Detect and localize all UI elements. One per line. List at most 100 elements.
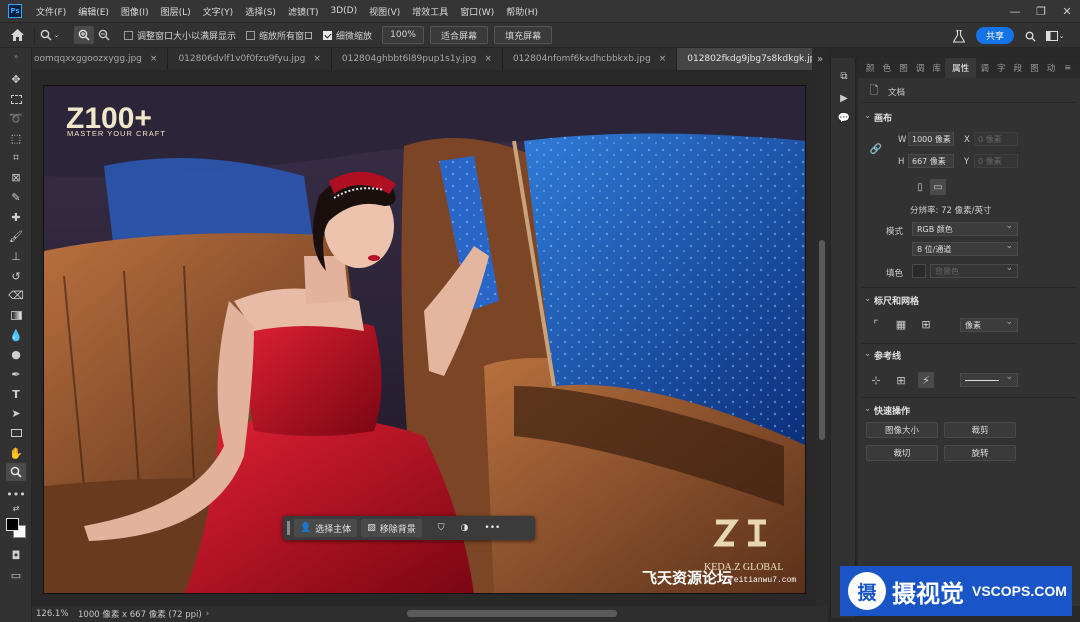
fill-color-swatch[interactable] xyxy=(912,264,926,278)
doc-tab[interactable]: 012804nfomf6kxdhcbbkxb.jpg × xyxy=(502,48,678,70)
workspace-icon[interactable]: ⌄ xyxy=(1044,27,1066,45)
link-icon[interactable]: 🔗 xyxy=(868,141,884,157)
crop-tool-icon[interactable]: ⌗ xyxy=(6,149,26,167)
smart-guides-icon[interactable]: ⚡ xyxy=(918,372,934,388)
home-icon[interactable] xyxy=(0,26,34,44)
swap-colors-icon[interactable]: ⇄ xyxy=(6,503,26,513)
menu-view[interactable]: 视图(V) xyxy=(363,5,406,18)
zoom-in-icon[interactable] xyxy=(74,26,94,44)
portrait-orientation-icon[interactable]: ▯ xyxy=(912,179,928,195)
tab-gradients[interactable]: 图 xyxy=(895,58,912,78)
pen-tool-icon[interactable]: ✒ xyxy=(6,365,26,383)
fill-screen-button[interactable]: 填充屏幕 xyxy=(494,26,553,44)
doc-tab-active[interactable]: 012802fkdg9jbg7s8kdkgk.jpg @ 126%(RGB/8#… xyxy=(677,48,812,70)
move-tool-icon[interactable]: ✥ xyxy=(6,70,26,88)
fit-screen-button[interactable]: 适合屏幕 xyxy=(430,26,489,44)
adjustment-icon[interactable]: ◑ xyxy=(455,519,475,537)
guides-icon[interactable]: ⊹ xyxy=(868,372,884,388)
lasso-tool-icon[interactable]: ➰ xyxy=(6,109,26,127)
tab-color[interactable]: 颜 xyxy=(862,58,879,78)
status-zoom[interactable]: 126.1% xyxy=(36,609,72,619)
section-collapse-icon[interactable]: ⌄ xyxy=(864,111,871,121)
vertical-scrollbar[interactable] xyxy=(816,70,828,606)
tabs-overflow-icon[interactable]: » xyxy=(812,48,828,70)
path-selection-tool-icon[interactable]: ➤ xyxy=(6,404,26,422)
menu-select[interactable]: 选择(S) xyxy=(239,5,282,18)
search-icon[interactable] xyxy=(1022,27,1038,45)
dodge-tool-icon[interactable]: ● xyxy=(6,345,26,363)
zoom-tool-preset-icon[interactable]: ⌄ xyxy=(34,26,64,44)
type-tool-icon[interactable]: T xyxy=(6,385,26,403)
tab-properties[interactable]: 属性 xyxy=(945,58,977,78)
remove-background-button[interactable]: ▨ 移除背景 xyxy=(361,519,422,537)
section-collapse-icon[interactable]: ⌄ xyxy=(864,294,871,304)
menu-type[interactable]: 文字(Y) xyxy=(197,5,240,18)
menu-file[interactable]: 文件(F) xyxy=(30,5,72,18)
screen-mode-icon[interactable]: ▭ xyxy=(6,566,26,584)
x-field[interactable]: 0 像素 xyxy=(974,132,1018,146)
beaker-icon[interactable] xyxy=(950,27,968,45)
guide-layout-icon[interactable]: ⊞ xyxy=(893,372,909,388)
minimize-icon[interactable]: — xyxy=(1002,0,1028,22)
close-tab-icon[interactable]: × xyxy=(659,54,667,64)
actions-play-icon[interactable]: ▶ xyxy=(836,90,852,106)
guide-style-dropdown[interactable] xyxy=(960,372,1018,387)
clone-stamp-tool-icon[interactable]: ⊥ xyxy=(6,247,26,265)
marquee-tool-icon[interactable] xyxy=(6,90,26,108)
maximize-icon[interactable]: ❐ xyxy=(1028,0,1054,22)
eraser-tool-icon[interactable]: ⌫ xyxy=(6,286,26,304)
rectangle-tool-icon[interactable] xyxy=(6,424,26,442)
tab-libraries[interactable]: 库 xyxy=(928,58,945,78)
rulers-section-title[interactable]: 标尺和网格 xyxy=(874,294,919,307)
guides-section-title[interactable]: 参考线 xyxy=(874,349,901,362)
scrubby-zoom-checkbox[interactable] xyxy=(323,30,333,40)
landscape-orientation-icon[interactable]: ▭ xyxy=(930,179,946,195)
menu-3d[interactable]: 3D(D) xyxy=(324,6,363,16)
panel-menu-icon[interactable]: ≡ xyxy=(1059,58,1076,78)
toolbar-collapse-icon[interactable]: » xyxy=(6,52,26,61)
pixel-grid-icon[interactable]: ⊞ xyxy=(918,316,934,332)
eyedropper-tool-icon[interactable]: ✎ xyxy=(6,188,26,206)
doc-tab[interactable]: oomqqxxggoozxygg.jpg × xyxy=(32,48,169,70)
menu-plugins[interactable]: 增效工具 xyxy=(406,5,454,18)
tab-character[interactable]: 字 xyxy=(993,58,1010,78)
ruler-unit-dropdown[interactable]: 像素 xyxy=(960,317,1018,332)
ruler-icon[interactable]: ⌜ xyxy=(868,316,884,332)
image-size-button[interactable]: 图像大小 xyxy=(866,422,938,438)
tab-swatches[interactable]: 色 xyxy=(879,58,896,78)
frame-tool-icon[interactable]: ⊠ xyxy=(6,168,26,186)
bit-depth-dropdown[interactable]: 8 位/通道 xyxy=(912,241,1018,256)
more-tools-icon[interactable]: ••• xyxy=(6,485,26,503)
doc-tab[interactable]: 012806dvlf1v0f0fzu9fyu.jpg × xyxy=(168,48,332,70)
select-subject-button[interactable]: 👤 选择主体 xyxy=(294,519,358,537)
zoom-out-icon[interactable] xyxy=(94,26,114,44)
doc-tab[interactable]: 012804ghbbt6l89pup1s1y.jpg × xyxy=(331,48,503,70)
tab-layers[interactable]: 图 xyxy=(1026,58,1043,78)
resize-windows-checkbox[interactable] xyxy=(124,30,133,40)
drag-handle[interactable] xyxy=(287,521,290,535)
quick-mask-icon[interactable]: ◘ xyxy=(6,546,26,564)
healing-brush-tool-icon[interactable]: ✚ xyxy=(6,208,26,226)
menu-layer[interactable]: 图层(L) xyxy=(155,5,197,18)
comments-icon[interactable]: 💬 xyxy=(836,110,852,126)
y-field[interactable]: 0 像素 xyxy=(974,154,1018,168)
menu-image[interactable]: 图像(I) xyxy=(115,5,155,18)
close-tab-icon[interactable]: × xyxy=(150,54,158,64)
zoom-tool-icon[interactable] xyxy=(6,463,26,481)
zoom-value-field[interactable]: 100% xyxy=(382,26,425,44)
canvas-section-title[interactable]: 画布 xyxy=(874,111,892,124)
blur-tool-icon[interactable]: 💧 xyxy=(6,326,26,344)
trim-button[interactable]: 裁切 xyxy=(866,445,938,461)
section-collapse-icon[interactable]: ⌄ xyxy=(864,349,871,359)
hand-tool-icon[interactable]: ✋ xyxy=(6,444,26,462)
brush-tool-icon[interactable]: 🖌 xyxy=(6,227,26,245)
tab-paragraph[interactable]: 段 xyxy=(1010,58,1027,78)
rotate-button[interactable]: 旋转 xyxy=(944,445,1016,461)
crop-button[interactable]: 裁剪 xyxy=(944,422,1016,438)
close-icon[interactable]: ✕ xyxy=(1054,0,1080,22)
grid-icon[interactable]: ▦ xyxy=(893,316,909,332)
close-tab-icon[interactable]: × xyxy=(313,54,321,64)
mask-icon[interactable]: ⛉ xyxy=(432,519,451,537)
mode-dropdown[interactable]: RGB 颜色 xyxy=(912,221,1018,236)
history-brush-tool-icon[interactable]: ↺ xyxy=(6,267,26,285)
